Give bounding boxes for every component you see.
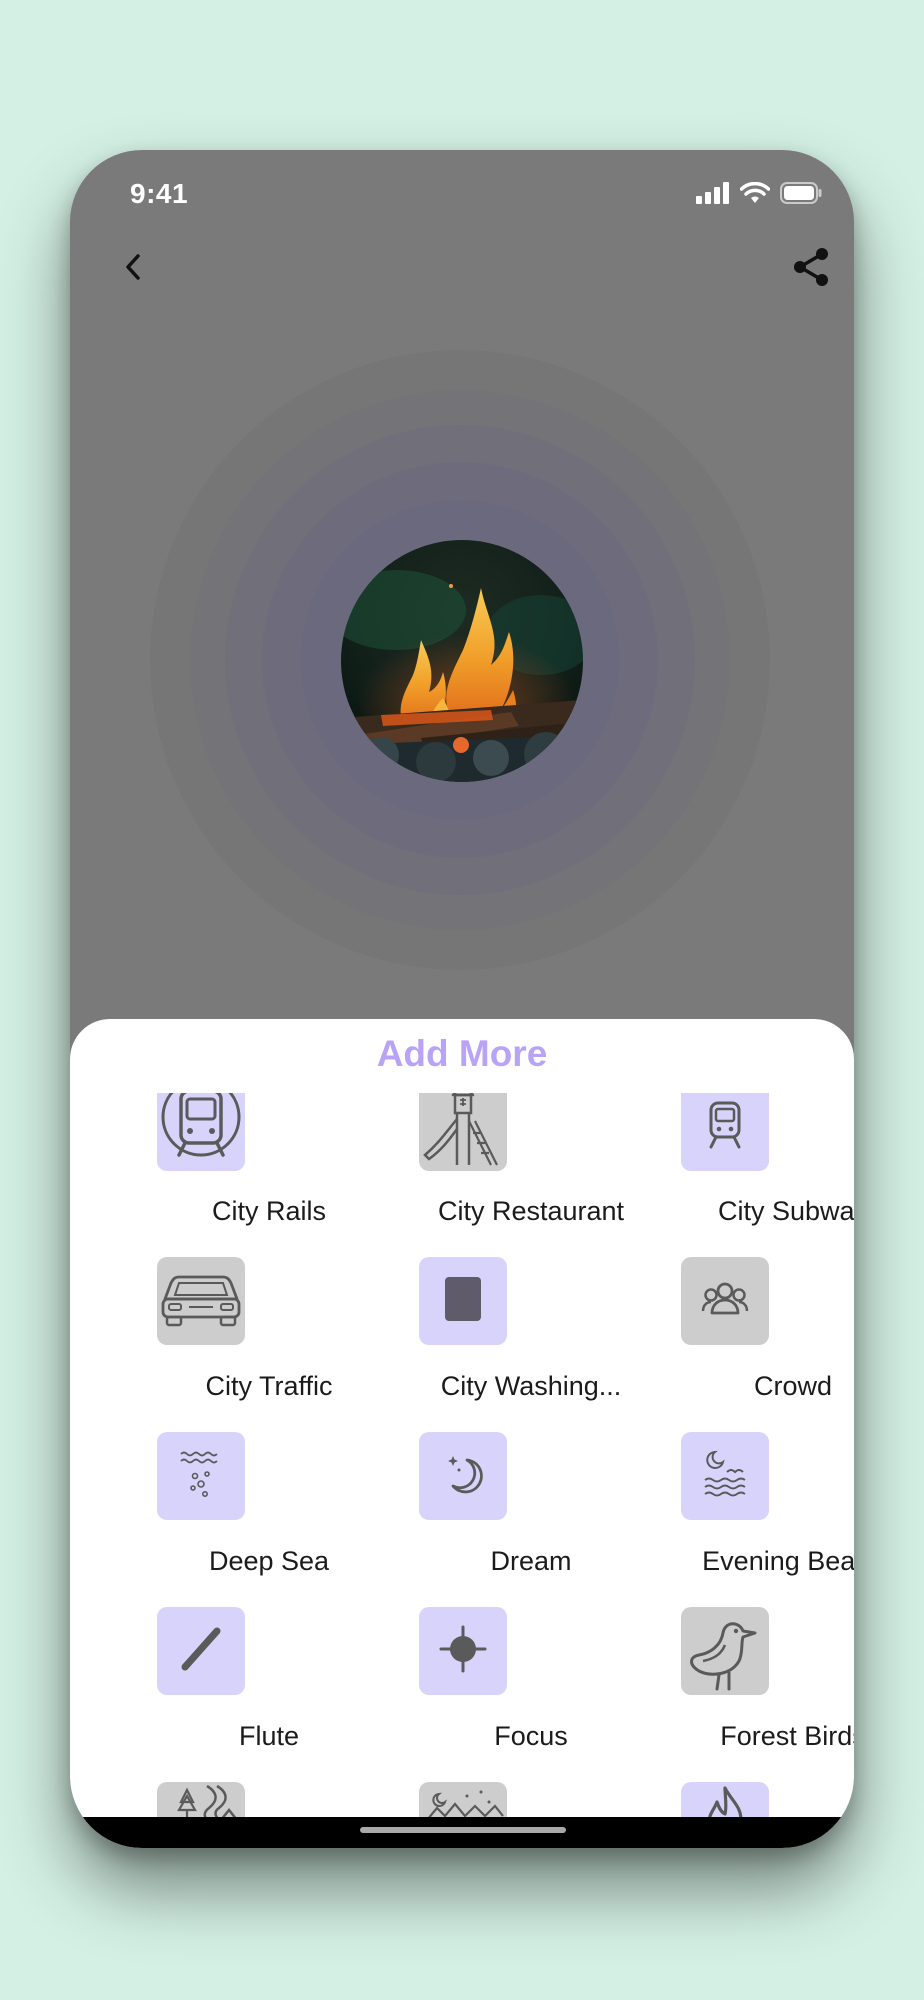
sound-tile-dream[interactable]	[419, 1432, 507, 1520]
share-icon	[791, 246, 831, 293]
sound-tile-deep-sea[interactable]	[157, 1432, 245, 1520]
sound-label: City Traffic	[205, 1371, 333, 1401]
sound-label: Deep Sea	[208, 1546, 330, 1576]
waves-bubbles-icon	[157, 1432, 245, 1520]
people-group-icon	[681, 1257, 769, 1345]
crosshair-icon	[419, 1607, 507, 1695]
sheet-title: Add More	[376, 1033, 548, 1074]
night-mountains-icon	[419, 1782, 507, 1817]
sound-tile-focus[interactable]	[419, 1607, 507, 1695]
sound-grid: City Rails City Restaurant City Subway C…	[70, 1093, 854, 1817]
sound-label: Evening Beach	[702, 1546, 854, 1576]
chevron-left-icon	[123, 253, 143, 286]
sound-tile-city-traffic[interactable]	[157, 1257, 245, 1345]
subway-train-icon	[681, 1093, 769, 1171]
sound-label: Crowd	[753, 1371, 833, 1401]
status-bar: 9:41	[70, 150, 854, 240]
flame-icon	[681, 1782, 769, 1817]
home-indicator-bar	[70, 1817, 854, 1848]
sound-tile[interactable]	[681, 1782, 769, 1817]
forest-path-icon	[157, 1782, 245, 1817]
phone-frame: 9:41 Add More City Rails City Restaurant…	[70, 150, 854, 1848]
home-indicator[interactable]	[360, 1827, 566, 1833]
status-time: 9:41	[130, 178, 189, 209]
sound-tile-flute[interactable]	[157, 1607, 245, 1695]
sound-label: Forest Birds	[720, 1721, 854, 1751]
wifi-icon	[739, 181, 771, 209]
sound-tile-city-restaurant[interactable]	[419, 1093, 507, 1171]
sound-tile-evening-beach[interactable]	[681, 1432, 769, 1520]
status-icons	[696, 181, 822, 209]
flute-icon	[157, 1607, 245, 1695]
stop-square-icon	[419, 1257, 507, 1345]
signal-icon	[696, 182, 730, 209]
sound-tile-city-rails[interactable]	[157, 1093, 245, 1171]
sound-label: Flute	[238, 1721, 300, 1751]
moon-sea-bird-icon	[681, 1432, 769, 1520]
car-icon	[157, 1257, 245, 1345]
bird-icon	[681, 1607, 769, 1695]
sound-label: City Rails	[211, 1196, 326, 1226]
share-button[interactable]	[784, 242, 838, 296]
sound-label: Dream	[490, 1546, 572, 1576]
battery-icon	[780, 182, 822, 209]
campfire-artwork	[341, 540, 583, 782]
sound-tile-city-washing[interactable]	[419, 1257, 507, 1345]
moon-star-icon	[419, 1432, 507, 1520]
sound-tile-city-subway[interactable]	[681, 1093, 769, 1171]
sound-tile-forest-birds[interactable]	[681, 1607, 769, 1695]
sound-label: City Subway	[717, 1196, 854, 1226]
playground-slide-icon	[419, 1093, 507, 1171]
add-more-sheet: Add More City Rails City Restaurant City…	[70, 1019, 854, 1848]
sound-tile[interactable]	[419, 1782, 507, 1817]
sound-tile-crowd[interactable]	[681, 1257, 769, 1345]
sound-tile[interactable]	[157, 1782, 245, 1817]
sound-label: Focus	[494, 1721, 568, 1751]
sound-label: City Restaurant	[437, 1196, 625, 1226]
train-front-icon	[157, 1093, 245, 1171]
back-button[interactable]	[108, 244, 158, 294]
sound-label: City Washing...	[440, 1371, 622, 1401]
